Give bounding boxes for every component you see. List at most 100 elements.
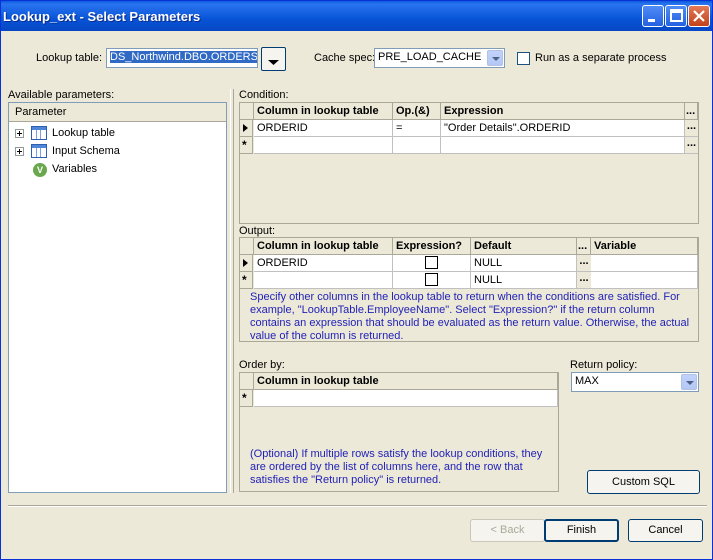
row-header-corner: [240, 238, 254, 255]
pane-splitter[interactable]: [230, 89, 234, 493]
return-policy-value: MAX: [575, 375, 599, 387]
custom-sql-label: Custom SQL: [612, 476, 675, 488]
finish-button[interactable]: Finish: [544, 519, 619, 542]
expression-checkbox[interactable]: [425, 256, 438, 269]
cache-spec-select[interactable]: PRE_LOAD_CACHE: [374, 48, 505, 68]
ellipsis-header: ...: [577, 238, 591, 255]
finish-label: Finish: [566, 524, 597, 536]
condition-expression-cell[interactable]: [441, 137, 685, 154]
row-header-corner: [240, 103, 254, 120]
return-policy-label: Return policy:: [570, 359, 638, 371]
tree-item-label: Variables: [52, 163, 98, 175]
expression-checkbox-cell[interactable]: [393, 272, 471, 289]
row-header-corner: [240, 373, 254, 390]
column-header: Default: [471, 238, 577, 255]
output-grid[interactable]: Column in lookup table Expression? Defau…: [239, 237, 699, 342]
dropdown-arrow-icon: [268, 60, 279, 65]
tree-item-label: Lookup table: [52, 127, 115, 139]
tree-header-label: Parameter: [15, 106, 67, 118]
new-row-icon: *: [242, 391, 247, 405]
tree-item-variables[interactable]: V Variables: [9, 160, 226, 178]
maximize-button[interactable]: [665, 5, 687, 27]
output-help-text: Specify other columns in the lookup tabl…: [250, 291, 690, 339]
tree-item-label: Input Schema: [52, 145, 120, 157]
table-icon: [31, 144, 47, 158]
tree-item-input-schema[interactable]: Input Schema: [9, 142, 226, 160]
column-header: Op.(&): [393, 103, 441, 120]
close-icon: [689, 6, 709, 26]
condition-label: Condition:: [239, 89, 289, 101]
output-column-cell[interactable]: [254, 272, 393, 289]
return-policy-select[interactable]: MAX: [571, 372, 699, 392]
lookup-table-browse-button[interactable]: [261, 47, 286, 71]
column-header: Column in lookup table: [254, 103, 393, 120]
separate-process-checkbox[interactable]: [517, 52, 530, 65]
ellipsis-button[interactable]: ...: [685, 120, 698, 137]
footer-separator: [8, 505, 707, 507]
new-row-selector[interactable]: *: [240, 272, 253, 289]
condition-op-cell[interactable]: [393, 137, 441, 154]
cache-spec-label: Cache spec:: [314, 52, 376, 64]
table-icon: [31, 126, 47, 140]
new-row-selector[interactable]: *: [240, 390, 253, 407]
new-row-selector[interactable]: *: [240, 137, 253, 154]
column-header: Column in lookup table: [254, 238, 393, 255]
condition-op-cell[interactable]: =: [393, 120, 441, 137]
close-button[interactable]: [688, 5, 710, 27]
order-by-column-cell[interactable]: [254, 390, 558, 407]
variable-icon: V: [33, 163, 47, 177]
tree-item-lookup-table[interactable]: Lookup table: [9, 124, 226, 142]
condition-column-cell[interactable]: [254, 137, 393, 154]
ellipsis-header: ...: [685, 103, 698, 120]
custom-sql-button[interactable]: Custom SQL: [587, 470, 700, 494]
column-header: Column in lookup table: [254, 373, 558, 390]
minimize-button[interactable]: [642, 5, 664, 27]
cache-spec-value: PRE_LOAD_CACHE: [378, 51, 482, 63]
order-by-help-text: (Optional) If multiple rows satisfy the …: [250, 448, 543, 486]
condition-expression-cell[interactable]: "Order Details".ORDERID: [441, 120, 685, 137]
column-header: Variable: [591, 238, 698, 255]
chevron-down-icon[interactable]: [487, 50, 503, 66]
minimize-icon: [643, 6, 663, 26]
expression-checkbox-cell[interactable]: [393, 255, 471, 272]
row-selector[interactable]: [240, 120, 253, 137]
lookup-table-value: DS_Northwind.DBO.ORDERS: [110, 51, 258, 63]
current-row-icon: [243, 124, 252, 132]
column-header: Expression: [441, 103, 685, 120]
new-row-icon: *: [242, 138, 247, 152]
back-label: < Back: [490, 524, 525, 536]
column-header: Expression?: [393, 238, 471, 255]
expand-icon[interactable]: [15, 147, 24, 156]
output-default-cell[interactable]: NULL: [471, 255, 577, 272]
back-button[interactable]: < Back: [470, 519, 545, 542]
chevron-down-icon[interactable]: [681, 374, 697, 390]
maximize-icon: [666, 6, 686, 26]
row-selector[interactable]: [240, 255, 253, 272]
ellipsis-button[interactable]: ...: [685, 137, 698, 154]
parameter-tree[interactable]: Parameter Lookup table Input Schema V Va…: [8, 102, 227, 493]
cancel-label: Cancel: [648, 524, 683, 536]
lookup-table-field[interactable]: DS_Northwind.DBO.ORDERS: [106, 48, 258, 68]
ellipsis-button[interactable]: ...: [577, 255, 591, 272]
condition-grid[interactable]: Column in lookup table Op.(&) Expression…: [239, 102, 699, 224]
output-variable-cell[interactable]: [591, 272, 698, 289]
dialog-window: Lookup_ext - Select Parameters Lookup ta…: [0, 0, 713, 560]
tree-header: Parameter: [9, 103, 226, 122]
window-title: Lookup_ext - Select Parameters: [3, 9, 201, 24]
expression-checkbox[interactable]: [425, 273, 438, 286]
cancel-button[interactable]: Cancel: [628, 519, 703, 542]
output-column-cell[interactable]: ORDERID: [254, 255, 393, 272]
output-label: Output:: [239, 225, 276, 237]
expand-icon[interactable]: [15, 129, 24, 138]
ellipsis-button[interactable]: ...: [577, 272, 591, 289]
current-row-icon: [243, 259, 252, 267]
lookup-table-label: Lookup table:: [36, 52, 103, 64]
condition-column-cell[interactable]: ORDERID: [254, 120, 393, 137]
title-bar[interactable]: Lookup_ext - Select Parameters: [1, 1, 712, 31]
new-row-icon: *: [242, 273, 247, 287]
order-by-grid[interactable]: Column in lookup table * (Optional) If m…: [239, 372, 559, 492]
output-variable-cell[interactable]: [591, 255, 698, 272]
available-parameters-label: Available parameters:: [8, 89, 115, 101]
output-default-cell[interactable]: NULL: [471, 272, 577, 289]
order-by-label: Order by:: [239, 359, 285, 371]
